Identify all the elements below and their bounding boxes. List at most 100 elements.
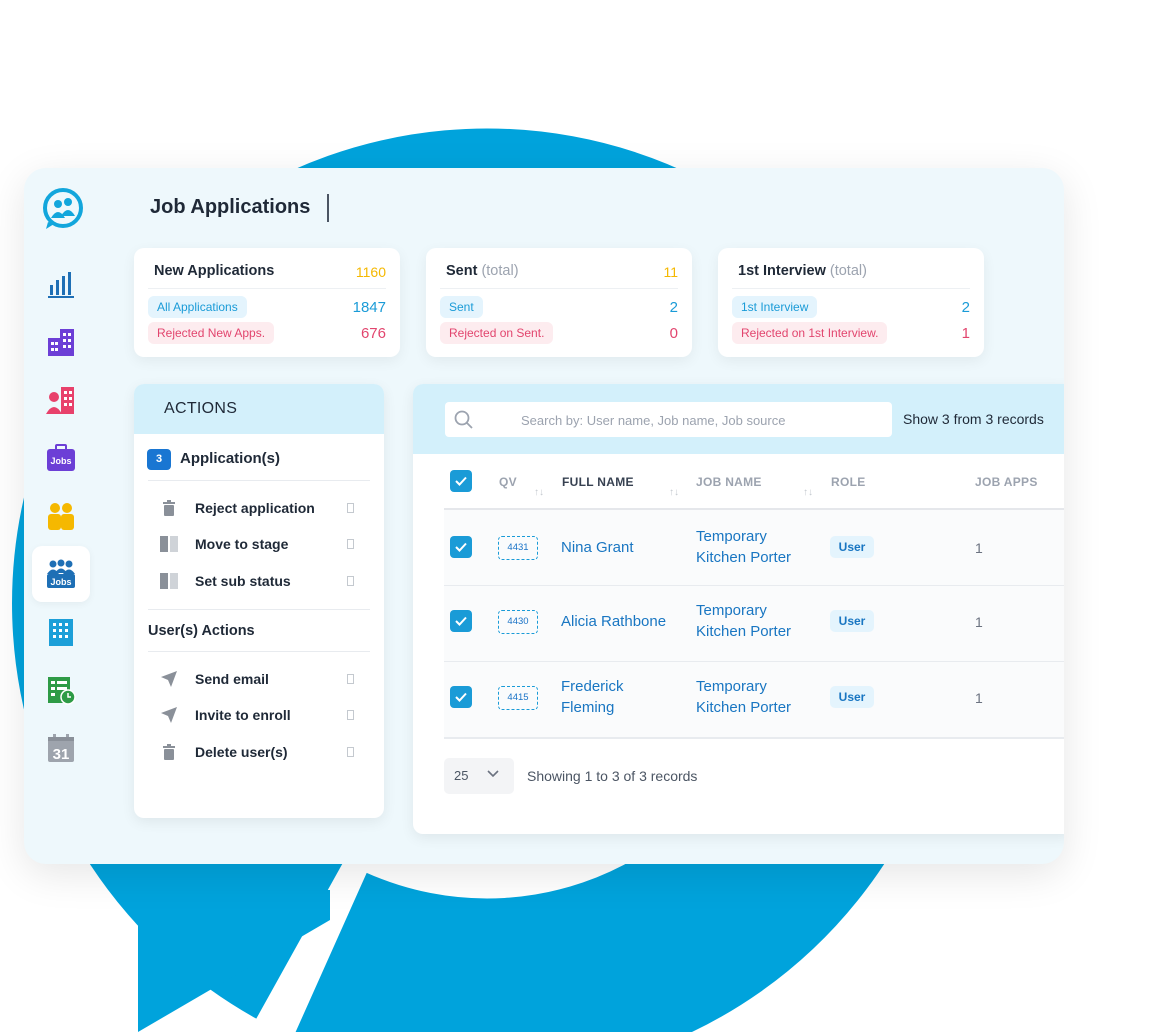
- nav-companies-icon[interactable]: [32, 314, 90, 370]
- table-row[interactable]: 4430 Alicia Rathbone Temporary Kitchen P…: [444, 586, 1064, 663]
- records-summary: Show 3 from 3 records: [903, 411, 1044, 427]
- quick-view-button[interactable]: 4430: [498, 610, 538, 634]
- brand-logo-icon: [43, 188, 83, 229]
- chevron-right-icon: [347, 503, 354, 513]
- svg-text:31: 31: [53, 746, 70, 763]
- stat-divider: [148, 288, 386, 289]
- stat-title: New Applications: [154, 263, 275, 279]
- sidebar: Jobs Jobs 31: [24, 168, 100, 864]
- app-window: Jobs Jobs 31 Job Applications New Applic…: [24, 168, 1064, 864]
- columns-icon: [159, 534, 179, 554]
- row-checkbox[interactable]: [450, 536, 472, 558]
- applications-table-card: Show 3 from 3 records QV ↑↓ FULL NAME ↑↓…: [413, 384, 1064, 834]
- job-apps-count: 1: [975, 540, 983, 556]
- full-name-link[interactable]: Frederick Fleming: [561, 676, 681, 718]
- search-input[interactable]: [519, 402, 883, 439]
- stat-title: Sent (total): [446, 263, 519, 279]
- set-sub-status-button[interactable]: Set sub status: [148, 566, 370, 596]
- column-header-role[interactable]: ROLE: [831, 475, 866, 489]
- quick-view-button[interactable]: 4431: [498, 536, 538, 560]
- all-applications-chip[interactable]: All Applications: [148, 296, 247, 318]
- rejected-on-sent-chip[interactable]: Rejected on Sent.: [440, 322, 554, 344]
- job-apps-count: 1: [975, 690, 983, 706]
- job-name-link[interactable]: Temporary Kitchen Porter: [696, 526, 816, 568]
- nav-analytics-icon[interactable]: [32, 256, 90, 312]
- role-badge: User: [830, 686, 874, 708]
- job-name-link[interactable]: Temporary Kitchen Porter: [696, 676, 816, 718]
- stat-card-sent: Sent (total) 11 Sent 2 Rejected on Sent.…: [426, 248, 692, 357]
- sent-count: 2: [669, 299, 678, 316]
- page-size-value: 25: [454, 768, 469, 783]
- stat-title: 1st Interview (total): [738, 263, 867, 279]
- search-box[interactable]: [445, 402, 892, 439]
- reject-application-button[interactable]: Reject application: [148, 493, 370, 523]
- column-header-job-name[interactable]: JOB NAME: [696, 475, 762, 489]
- 1st-interview-chip[interactable]: 1st Interview: [732, 296, 818, 318]
- svg-text:Jobs: Jobs: [50, 577, 71, 587]
- column-header-qv[interactable]: QV: [499, 475, 517, 489]
- page-title: Job Applications: [150, 196, 311, 218]
- delete-users-button[interactable]: Delete user(s): [148, 737, 370, 767]
- rejected-new-apps-chip[interactable]: Rejected New Apps.: [148, 322, 275, 344]
- stat-total: 11: [663, 264, 678, 280]
- divider: [148, 480, 370, 481]
- search-icon: [454, 410, 473, 429]
- nav-buildings-icon[interactable]: [32, 604, 90, 660]
- table-row[interactable]: 4415 Frederick Fleming Temporary Kitchen…: [444, 662, 1064, 739]
- row-checkbox[interactable]: [450, 686, 472, 708]
- select-all-checkbox[interactable]: [450, 470, 472, 492]
- column-header-job-apps[interactable]: JOB APPS: [975, 475, 1038, 489]
- rejected-on-1st-interview-chip[interactable]: Rejected on 1st Interview.: [732, 322, 888, 344]
- nav-job-applications-icon[interactable]: Jobs: [32, 546, 90, 602]
- trash-icon: [159, 498, 179, 518]
- pagination-summary: Showing 1 to 3 of 3 records: [527, 768, 698, 784]
- 1st-interview-count: 2: [961, 299, 970, 316]
- action-label: Reject application: [195, 500, 315, 516]
- full-name-link[interactable]: Nina Grant: [561, 537, 681, 558]
- actions-header: ACTIONS: [134, 384, 384, 434]
- action-label: Invite to enroll: [195, 707, 291, 723]
- applications-label: Application(s): [180, 450, 280, 467]
- nav-calendar-icon[interactable]: 31: [32, 720, 90, 776]
- quick-view-button[interactable]: 4415: [498, 686, 538, 710]
- table-row[interactable]: 4431 Nina Grant Temporary Kitchen Porter…: [444, 510, 1064, 587]
- stat-card-1st-interview: 1st Interview (total) 1st Interview 2 Re…: [718, 248, 984, 357]
- nav-candidates-icon[interactable]: [32, 488, 90, 544]
- rejected-new-apps-count: 676: [360, 325, 386, 342]
- nav-jobs-icon[interactable]: Jobs: [32, 430, 90, 486]
- action-label: Send email: [195, 671, 269, 687]
- actions-panel: ACTIONS 3 Application(s) Reject applicat…: [134, 384, 384, 818]
- job-apps-count: 1: [975, 614, 983, 630]
- chevron-right-icon: [347, 674, 354, 684]
- full-name-link[interactable]: Alicia Rathbone: [561, 611, 681, 632]
- sort-icon[interactable]: ↑↓: [669, 487, 679, 498]
- send-icon: [159, 669, 179, 689]
- sort-icon[interactable]: ↑↓: [534, 487, 544, 498]
- columns-icon: [159, 571, 179, 591]
- column-header-full-name[interactable]: FULL NAME: [562, 475, 634, 489]
- invite-to-enroll-button[interactable]: Invite to enroll: [148, 700, 370, 730]
- chevron-right-icon: [347, 747, 354, 757]
- all-applications-count: 1847: [352, 299, 386, 316]
- title-divider: [327, 194, 329, 222]
- divider: [148, 609, 370, 610]
- role-badge: User: [830, 536, 874, 558]
- move-to-stage-button[interactable]: Move to stage: [148, 529, 370, 559]
- trash-icon: [159, 742, 179, 762]
- table-toolbar: Show 3 from 3 records: [413, 384, 1064, 454]
- row-checkbox[interactable]: [450, 610, 472, 632]
- job-name-link[interactable]: Temporary Kitchen Porter: [696, 600, 816, 642]
- nav-users-icon[interactable]: [32, 372, 90, 428]
- sent-chip[interactable]: Sent: [440, 296, 483, 318]
- send-email-button[interactable]: Send email: [148, 664, 370, 694]
- send-icon: [159, 705, 179, 725]
- action-label: Move to stage: [195, 536, 289, 552]
- chevron-down-icon: [487, 770, 499, 778]
- divider: [148, 651, 370, 652]
- nav-timesheets-icon[interactable]: [32, 662, 90, 718]
- rejected-on-sent-count: 0: [669, 325, 678, 342]
- role-badge: User: [830, 610, 874, 632]
- page-size-select[interactable]: 25: [444, 758, 514, 794]
- sort-icon[interactable]: ↑↓: [803, 487, 813, 498]
- stat-divider: [440, 288, 678, 289]
